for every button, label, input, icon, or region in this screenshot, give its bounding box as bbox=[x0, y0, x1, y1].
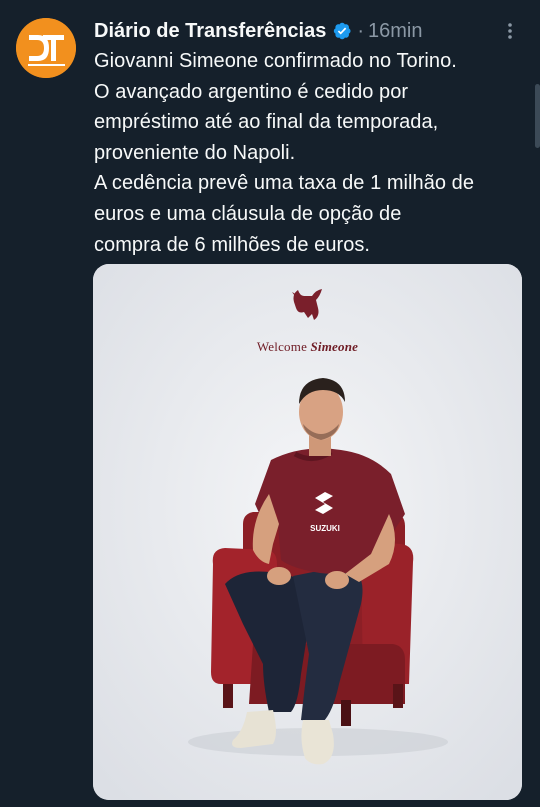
tweet-media-image[interactable]: SUZUKI Welcome Simeone bbox=[93, 264, 522, 800]
welcome-name: Simeone bbox=[310, 339, 359, 354]
tweet[interactable]: Diário de Transferências · 16min Giovann… bbox=[0, 0, 540, 807]
shirt-sponsor-text: SUZUKI bbox=[310, 524, 340, 533]
tweet-text-line: euros e uma cláusula de opção de bbox=[94, 202, 402, 225]
tweet-text-line: compra de 6 milhões de euros. bbox=[94, 233, 371, 256]
tweet-header: Diário de Transferências · 16min bbox=[94, 16, 422, 46]
verified-badge-icon bbox=[332, 21, 352, 41]
tweet-text-line: proveniente do Napoli. bbox=[94, 141, 296, 164]
scrollbar[interactable] bbox=[535, 84, 540, 148]
welcome-caption: Welcome Simeone bbox=[93, 339, 522, 355]
tweet-timestamp[interactable]: 16min bbox=[368, 20, 422, 43]
header-separator: · bbox=[357, 19, 364, 42]
tweet-text-line: empréstimo até ao final da temporada, bbox=[94, 111, 439, 134]
tweet-body: Giovanni Simeone confirmado no Torino. O… bbox=[94, 46, 530, 260]
author-display-name[interactable]: Diário de Transferências bbox=[94, 20, 326, 43]
tweet-text-line: A cedência prevê uma taxa de 1 milhão de bbox=[94, 172, 475, 195]
tweet-text-line: O avançado argentino é cedido por bbox=[94, 80, 409, 103]
dt-logo-icon bbox=[16, 18, 76, 78]
more-options-icon bbox=[508, 23, 512, 39]
author-avatar[interactable] bbox=[16, 18, 76, 78]
welcome-prefix: Welcome bbox=[256, 339, 308, 354]
tweet-text-line: Giovanni Simeone confirmado no Torino. bbox=[94, 50, 457, 72]
more-options-button[interactable] bbox=[498, 16, 522, 46]
